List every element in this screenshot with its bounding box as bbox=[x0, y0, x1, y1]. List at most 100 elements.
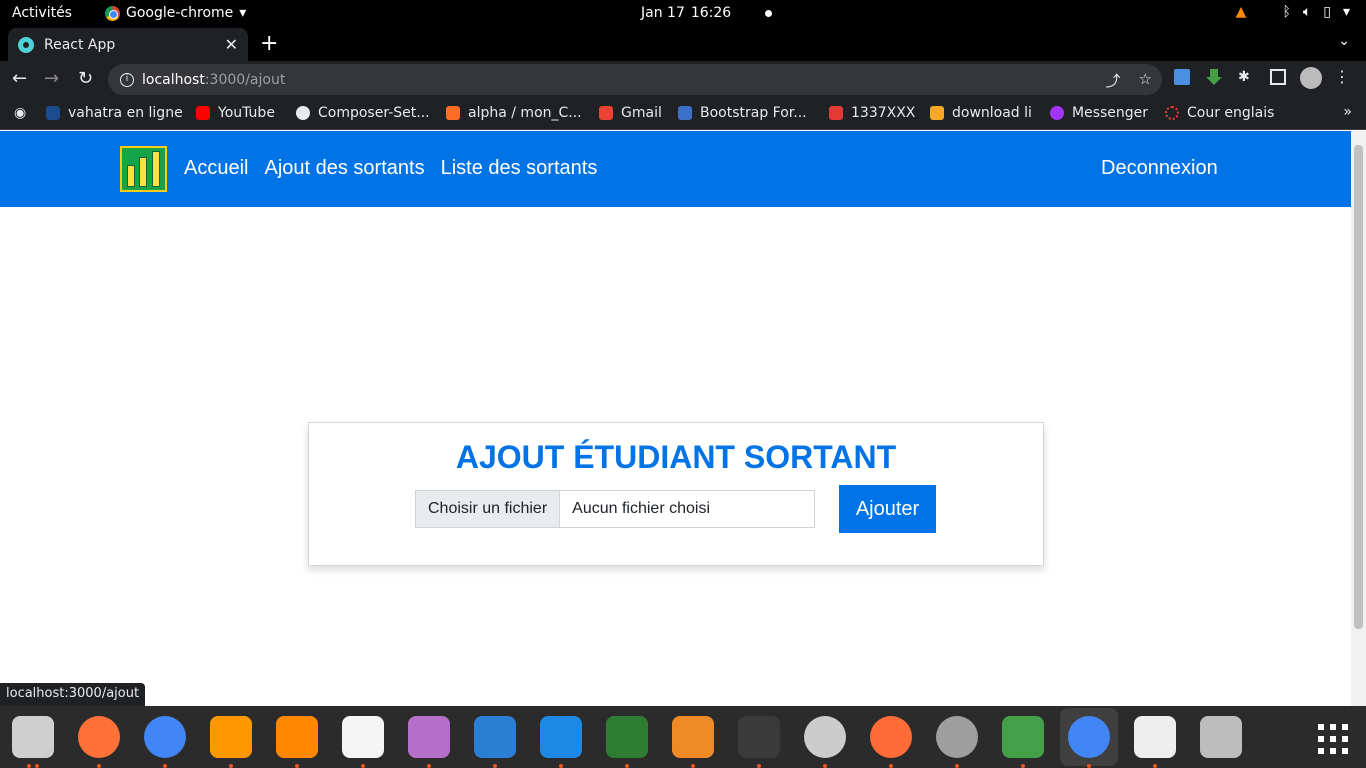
file-input[interactable]: Choisir un fichier Aucun fichier choisi bbox=[415, 490, 815, 528]
bookmark-label: Composer-Set... bbox=[318, 105, 430, 121]
bookmark-label: Bootstrap For... bbox=[700, 105, 807, 121]
address-bar[interactable]: i localhost:3000/ajout ⤴ ☆ bbox=[108, 64, 1162, 95]
system-tray[interactable]: ▲ ᛒ 🔈︎ ▯ ▾ bbox=[1236, 4, 1350, 20]
nav-link-accueil[interactable]: Accueil bbox=[184, 157, 248, 180]
nav-link-liste-sortants[interactable]: Liste des sortants bbox=[441, 157, 598, 180]
new-tab-icon[interactable]: + bbox=[260, 31, 278, 56]
extension-docs-icon[interactable] bbox=[1174, 69, 1190, 85]
show-applications-icon[interactable] bbox=[1318, 724, 1348, 754]
activities-button[interactable]: Activités bbox=[12, 5, 72, 21]
x-icon bbox=[829, 106, 843, 120]
profile-avatar[interactable] bbox=[1300, 67, 1322, 89]
power-caret-icon[interactable]: ▾ bbox=[1343, 4, 1350, 20]
apps-globe-icon[interactable]: ◉ bbox=[14, 105, 26, 121]
bookmark-item[interactable]: alpha / mon_C... bbox=[446, 105, 582, 121]
network-icon[interactable] bbox=[804, 716, 846, 758]
browser-tab[interactable]: React App ✕ bbox=[8, 28, 248, 61]
postman-icon[interactable] bbox=[870, 716, 912, 758]
bookmark-item[interactable]: vahatra en ligne bbox=[46, 105, 183, 121]
vlc-icon[interactable] bbox=[276, 716, 318, 758]
running-indicator bbox=[889, 764, 893, 768]
caret-down-icon: ▾ bbox=[239, 5, 247, 21]
extension-download-icon[interactable] bbox=[1206, 69, 1222, 85]
volume-icon[interactable]: 🔈︎ bbox=[1303, 4, 1311, 20]
settings-icon[interactable] bbox=[936, 716, 978, 758]
extensions-puzzle-icon[interactable]: ✱ bbox=[1238, 69, 1254, 85]
bookmark-item[interactable]: YouTube bbox=[196, 105, 275, 121]
running-indicator bbox=[295, 764, 299, 768]
system-top-bar: Activités Google-chrome ▾ Jan 17 16:26 ▲… bbox=[0, 0, 1366, 27]
diagram-icon[interactable] bbox=[672, 716, 714, 758]
reload-icon[interactable]: ↻ bbox=[78, 68, 93, 89]
bookmark-item[interactable]: 1337XXX bbox=[829, 105, 915, 121]
download-icon bbox=[930, 106, 944, 120]
react-favicon-icon bbox=[18, 36, 34, 53]
battery-icon[interactable]: ▯ bbox=[1323, 4, 1331, 20]
date-label: Jan 17 bbox=[641, 5, 685, 21]
running-indicator bbox=[27, 764, 31, 768]
running-indicator bbox=[1153, 764, 1157, 768]
scrollbar-thumb[interactable] bbox=[1354, 145, 1363, 629]
page-scrollbar[interactable] bbox=[1351, 131, 1366, 706]
bookmark-item[interactable]: Bootstrap For... bbox=[678, 105, 807, 121]
firefox-icon[interactable] bbox=[78, 716, 120, 758]
close-tab-icon[interactable]: ✕ bbox=[225, 35, 238, 54]
bookmark-label: YouTube bbox=[218, 105, 275, 121]
tab-search-chevron-icon[interactable]: ⌄ bbox=[1338, 33, 1350, 49]
running-indicator bbox=[1021, 764, 1025, 768]
d-icon bbox=[46, 106, 60, 120]
sublime-icon[interactable] bbox=[210, 716, 252, 758]
bookmark-item[interactable]: Cour englais bbox=[1165, 105, 1274, 121]
nav-links: Accueil Ajout des sortants Liste des sor… bbox=[184, 157, 597, 180]
dock bbox=[0, 706, 1366, 768]
running-indicator bbox=[625, 764, 629, 768]
running-indicator bbox=[493, 764, 497, 768]
messenger-icon bbox=[1050, 106, 1064, 120]
bookmark-item[interactable]: Composer-Set... bbox=[296, 105, 430, 121]
running-indicator bbox=[691, 764, 695, 768]
page-title: AJOUT ÉTUDIANT SORTANT bbox=[455, 439, 897, 475]
chrome-icon[interactable] bbox=[144, 716, 186, 758]
disk-icon[interactable] bbox=[1200, 716, 1242, 758]
logout-link[interactable]: Deconnexion bbox=[1101, 157, 1218, 180]
rocket-green-icon[interactable] bbox=[1002, 716, 1044, 758]
bookmark-item[interactable]: download li bbox=[930, 105, 1032, 121]
add-button[interactable]: Ajouter bbox=[839, 485, 936, 533]
text-viewer-icon[interactable] bbox=[1134, 716, 1176, 758]
terminal-icon[interactable] bbox=[738, 716, 780, 758]
more-bookmarks-icon[interactable]: » bbox=[1343, 104, 1352, 120]
bookmark-item[interactable]: Gmail bbox=[599, 105, 662, 121]
menu-kebab-icon[interactable]: ⋮ bbox=[1334, 67, 1350, 86]
back-icon[interactable]: ← bbox=[12, 68, 27, 89]
side-panel-icon[interactable] bbox=[1270, 69, 1286, 85]
share-icon[interactable]: ⤴ bbox=[1106, 70, 1121, 91]
logo-bar bbox=[139, 157, 148, 187]
app-menu[interactable]: Google-chrome ▾ bbox=[105, 5, 246, 21]
bookmark-label: download li bbox=[952, 105, 1032, 121]
bookmark-item[interactable]: Messenger bbox=[1050, 105, 1148, 121]
video-icon[interactable] bbox=[408, 716, 450, 758]
bluetooth-icon[interactable]: ᛒ bbox=[1282, 4, 1290, 20]
bookmark-star-icon[interactable]: ☆ bbox=[1139, 70, 1152, 91]
running-indicator bbox=[361, 764, 365, 768]
vlc-tray-icon[interactable]: ▲ bbox=[1236, 4, 1247, 20]
document-viewer-icon[interactable] bbox=[474, 716, 516, 758]
mdb-icon bbox=[678, 106, 692, 120]
chrome-active-icon[interactable] bbox=[1068, 716, 1110, 758]
vscode-icon[interactable] bbox=[540, 716, 582, 758]
rocket-icon[interactable] bbox=[606, 716, 648, 758]
running-indicator bbox=[1087, 764, 1091, 768]
text-editor-icon[interactable] bbox=[342, 716, 384, 758]
running-indicator bbox=[35, 764, 39, 768]
gmail-icon bbox=[599, 106, 613, 120]
nav-link-ajout-sortants[interactable]: Ajout des sortants bbox=[264, 157, 424, 180]
files-icon[interactable] bbox=[12, 716, 54, 758]
site-info-icon[interactable]: i bbox=[120, 72, 134, 87]
forward-icon[interactable]: → bbox=[44, 68, 59, 89]
bookmark-label: Cour englais bbox=[1187, 105, 1275, 121]
link-status-bubble: localhost:3000/ajout bbox=[0, 683, 146, 706]
isl-logo[interactable] bbox=[120, 146, 167, 192]
clock[interactable]: Jan 17 16:26 bbox=[641, 5, 773, 21]
ring-icon bbox=[1165, 106, 1179, 120]
choose-file-button[interactable]: Choisir un fichier bbox=[416, 491, 561, 527]
